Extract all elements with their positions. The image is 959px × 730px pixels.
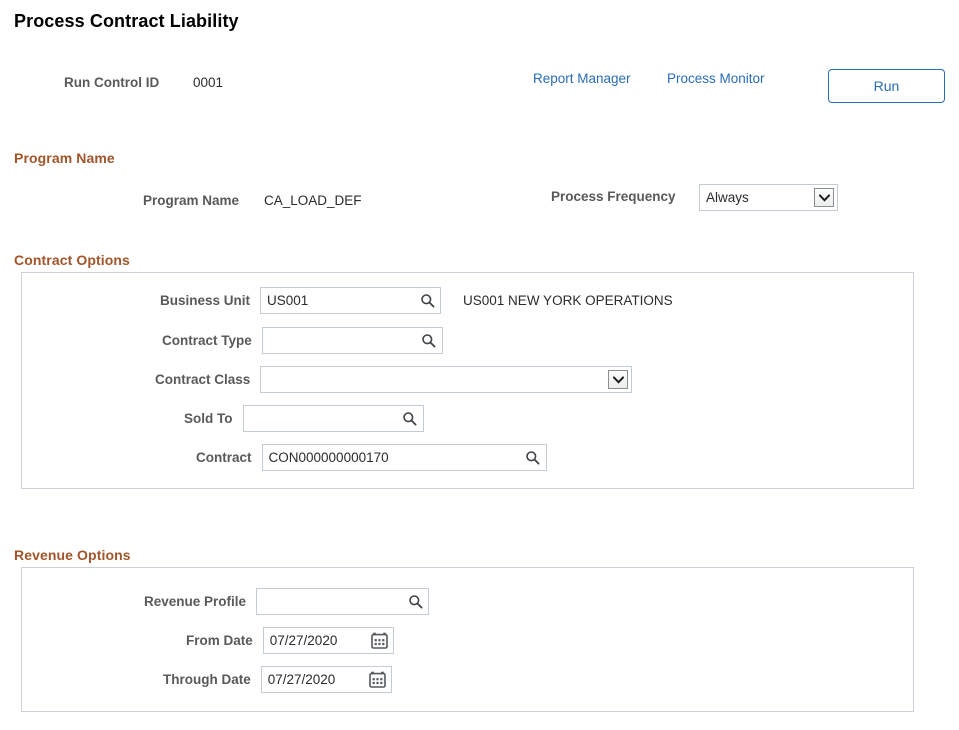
chevron-down-icon[interactable] [814, 188, 834, 207]
sold-to-field[interactable] [243, 405, 424, 432]
search-icon[interactable] [406, 593, 424, 611]
contract-input[interactable] [263, 445, 546, 470]
process-frequency-select[interactable]: Always [699, 184, 838, 211]
contract-type-input[interactable] [263, 328, 442, 353]
business-unit-input[interactable] [261, 288, 440, 313]
business-unit-description: US001 NEW YORK OPERATIONS [463, 293, 673, 308]
revenue-profile-row: Revenue Profile [144, 588, 429, 615]
contract-row: Contract [196, 444, 547, 471]
calendar-icon[interactable] [368, 670, 388, 690]
page-title: Process Contract Liability [14, 11, 239, 32]
business-unit-row: Business Unit US001 NEW YORK OPERATIONS [160, 287, 673, 314]
revenue-profile-label: Revenue Profile [144, 594, 246, 609]
run-control-id-value: 0001 [193, 75, 223, 90]
from-date-label: From Date [186, 633, 253, 648]
process-frequency-value: Always [700, 190, 814, 205]
chevron-down-icon[interactable] [608, 370, 628, 389]
sold-to-input[interactable] [244, 406, 423, 431]
contract-type-label: Contract Type [162, 333, 252, 348]
contract-class-row: Contract Class [155, 366, 632, 393]
contract-field[interactable] [262, 444, 547, 471]
contract-class-label: Contract Class [155, 372, 250, 387]
business-unit-field[interactable] [260, 287, 441, 314]
from-date-field[interactable] [263, 627, 394, 654]
process-frequency-label: Process Frequency [551, 189, 676, 204]
search-icon[interactable] [524, 449, 542, 467]
program-name-section-header: Program Name [14, 150, 115, 166]
process-monitor-link[interactable]: Process Monitor [667, 71, 765, 86]
program-name-label: Program Name [143, 193, 239, 208]
search-icon[interactable] [401, 410, 419, 428]
search-icon[interactable] [418, 292, 436, 310]
revenue-profile-field[interactable] [256, 588, 429, 615]
report-manager-link[interactable]: Report Manager [533, 71, 631, 86]
from-date-row: From Date [186, 627, 394, 654]
program-name-value: CA_LOAD_DEF [264, 193, 362, 208]
run-control-id-label: Run Control ID [64, 75, 159, 90]
search-icon[interactable] [420, 332, 438, 350]
revenue-options-section-header: Revenue Options [14, 547, 131, 563]
contract-label: Contract [196, 450, 252, 465]
sold-to-label: Sold To [184, 411, 233, 426]
through-date-label: Through Date [163, 672, 251, 687]
contract-options-section-header: Contract Options [14, 252, 130, 268]
contract-class-select[interactable] [260, 366, 632, 393]
contract-type-field[interactable] [262, 327, 443, 354]
through-date-field[interactable] [261, 666, 392, 693]
through-date-row: Through Date [163, 666, 392, 693]
revenue-profile-input[interactable] [257, 589, 428, 614]
run-button[interactable]: Run [828, 69, 945, 103]
business-unit-label: Business Unit [160, 293, 250, 308]
sold-to-row: Sold To [184, 405, 424, 432]
calendar-icon[interactable] [370, 631, 390, 651]
contract-type-row: Contract Type [162, 327, 443, 354]
